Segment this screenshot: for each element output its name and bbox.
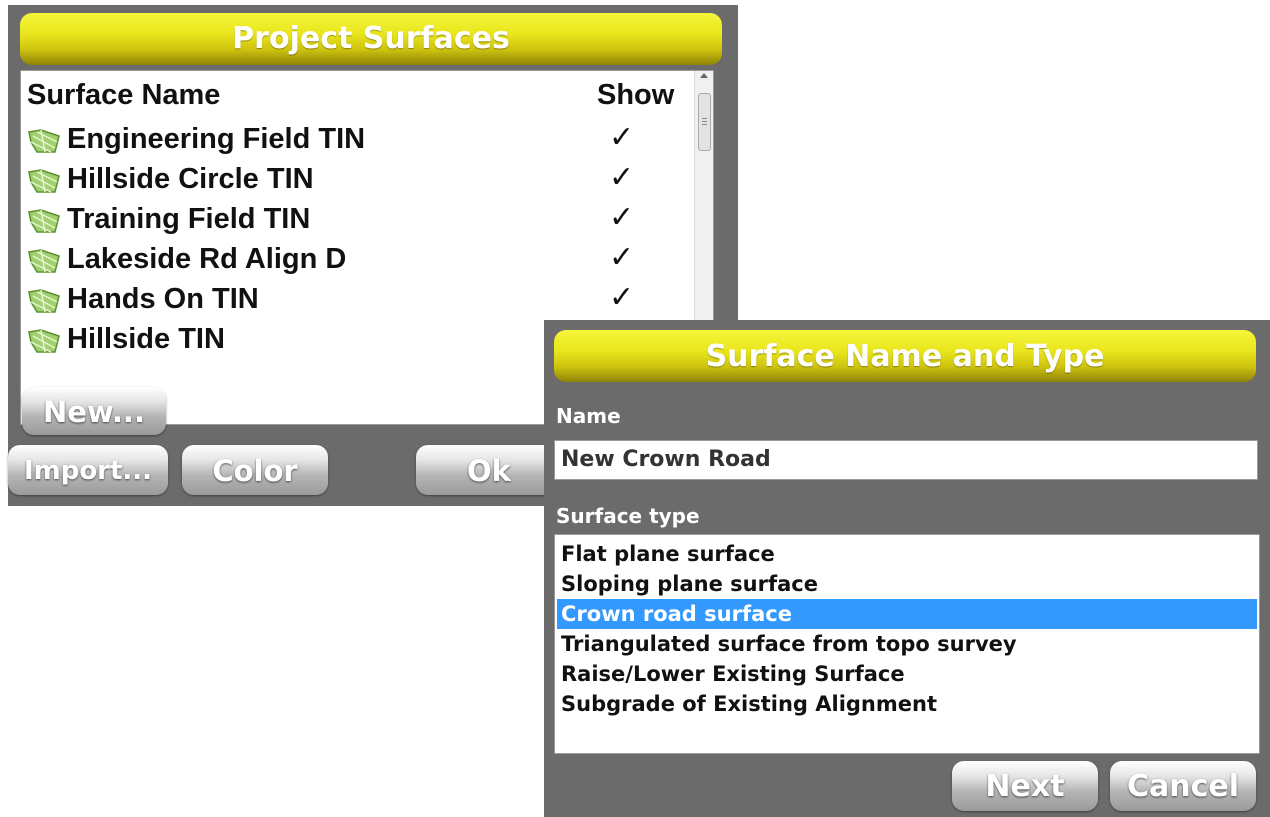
color-button[interactable]: Color bbox=[182, 445, 328, 495]
next-button[interactable]: Next bbox=[952, 761, 1098, 811]
tin-surface-icon bbox=[28, 129, 60, 153]
list-header: Surface Name Show bbox=[21, 71, 713, 119]
scroll-up-arrow-icon[interactable] bbox=[700, 73, 708, 78]
name-input[interactable]: New Crown Road bbox=[554, 440, 1258, 480]
list-item[interactable]: Subgrade of Existing Alignment bbox=[557, 689, 1257, 719]
surface-row[interactable]: Lakeside Rd Align D ✓ bbox=[21, 240, 693, 280]
column-header-surface-name[interactable]: Surface Name bbox=[27, 79, 220, 112]
dialog-title: Project Surfaces bbox=[20, 13, 722, 65]
surface-type-list[interactable]: Flat plane surface Sloping plane surface… bbox=[554, 534, 1260, 754]
scrollbar-thumb[interactable] bbox=[698, 93, 711, 151]
dialog-title: Surface Name and Type bbox=[554, 330, 1256, 382]
column-header-show[interactable]: Show bbox=[597, 79, 674, 112]
name-label: Name bbox=[556, 404, 621, 428]
show-checkmark[interactable]: ✓ bbox=[609, 240, 634, 275]
show-checkmark[interactable]: ✓ bbox=[609, 160, 634, 195]
surface-name: Training Field TIN bbox=[67, 203, 311, 235]
surface-name: Hillside Circle TIN bbox=[67, 163, 314, 195]
list-item[interactable]: Triangulated surface from topo survey bbox=[557, 629, 1257, 659]
surface-row[interactable]: Training Field TIN ✓ bbox=[21, 200, 693, 240]
surface-name: Hillside TIN bbox=[67, 323, 225, 355]
tin-surface-icon bbox=[28, 329, 60, 353]
ok-button[interactable]: Ok bbox=[416, 445, 562, 495]
surface-name-type-dialog: Surface Name and Type Name New Crown Roa… bbox=[544, 320, 1270, 817]
tin-surface-icon bbox=[28, 249, 60, 273]
show-checkmark[interactable]: ✓ bbox=[609, 120, 634, 155]
cancel-button[interactable]: Cancel bbox=[1110, 761, 1256, 811]
surface-row[interactable]: Hands On TIN ✓ bbox=[21, 280, 693, 320]
surface-name: Hands On TIN bbox=[67, 283, 259, 315]
surface-type-label: Surface type bbox=[556, 504, 700, 528]
new-button[interactable]: New... bbox=[22, 387, 166, 435]
surface-row[interactable]: Hillside Circle TIN ✓ bbox=[21, 160, 693, 200]
tin-surface-icon bbox=[28, 169, 60, 193]
surface-row[interactable]: Engineering Field TIN ✓ bbox=[21, 120, 693, 160]
tin-surface-icon bbox=[28, 289, 60, 313]
list-item-selected[interactable]: Crown road surface bbox=[557, 599, 1257, 629]
list-item[interactable]: Sloping plane surface bbox=[557, 569, 1257, 599]
list-item[interactable]: Flat plane surface bbox=[557, 539, 1257, 569]
tin-surface-icon bbox=[28, 209, 60, 233]
surface-name: Engineering Field TIN bbox=[67, 123, 366, 155]
show-checkmark[interactable]: ✓ bbox=[609, 280, 634, 315]
import-button[interactable]: Import... bbox=[8, 445, 168, 495]
show-checkmark[interactable]: ✓ bbox=[609, 200, 634, 235]
surface-name: Lakeside Rd Align D bbox=[67, 243, 347, 275]
list-item[interactable]: Raise/Lower Existing Surface bbox=[557, 659, 1257, 689]
